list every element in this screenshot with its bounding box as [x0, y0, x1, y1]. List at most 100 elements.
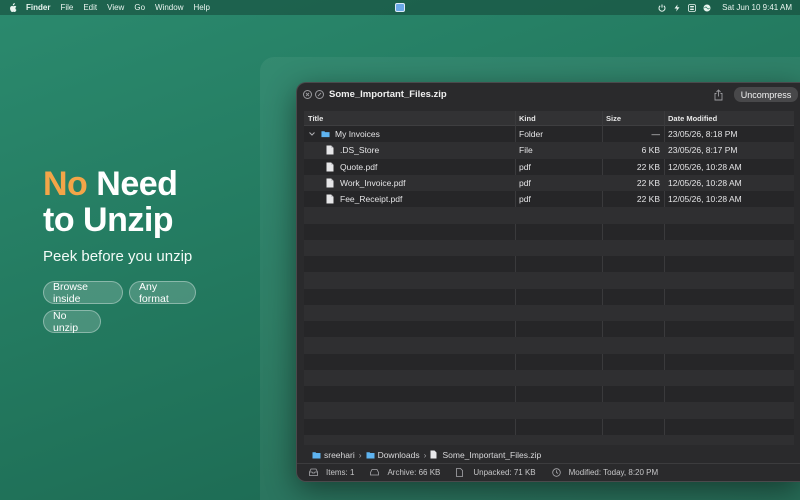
menu-go[interactable]: Go	[134, 3, 145, 12]
cell-size: —	[651, 129, 661, 139]
stop-button[interactable]	[315, 90, 324, 99]
cell-date: 23/05/26, 8:18 PM	[668, 129, 738, 139]
cell-size: 22 KB	[636, 177, 660, 188]
menu-bar: Finder File Edit View Go Window Help Sat…	[0, 0, 800, 15]
hero-subtitle: Peek before you unzip	[43, 248, 193, 265]
empty-table-row	[304, 369, 794, 386]
empty-table-row	[304, 272, 794, 289]
pill-no-unzip: No unzip	[43, 310, 101, 334]
hero-title: No Need to Unzip	[43, 166, 253, 238]
menu-file[interactable]: File	[60, 3, 73, 12]
cell-title: .DS_Store	[308, 142, 513, 158]
cell-size: 22 KB	[636, 161, 660, 172]
path-chevron-icon: ›	[423, 449, 427, 460]
window-title: Some_Important_Files.zip	[329, 89, 447, 100]
cell-size: 22 KB	[636, 194, 660, 204]
power-icon[interactable]	[658, 4, 666, 12]
disclosure-chevron-icon[interactable]	[308, 130, 316, 138]
uncompress-button[interactable]: Uncompress	[734, 87, 798, 102]
hero-title-accent: No	[43, 165, 88, 203]
file-table: Title Kind Size Date Modified My Invoice…	[304, 111, 794, 445]
hero-title-part-2: to Unzip	[43, 201, 174, 239]
status-unpacked: Unpacked: 71 KB	[456, 467, 536, 477]
empty-table-row	[304, 354, 794, 370]
menu-edit[interactable]: Edit	[83, 3, 97, 12]
siri-icon[interactable]	[703, 4, 711, 12]
empty-table-row	[304, 402, 794, 419]
menu-window[interactable]: Window	[155, 3, 183, 12]
empty-table-row	[304, 321, 794, 337]
table-row[interactable]: Quote.pdf pdf 22 KB 12/05/26, 10:28 AM	[304, 159, 794, 175]
document-icon	[430, 450, 439, 459]
cell-title: Quote.pdf	[308, 159, 513, 175]
empty-table-row	[304, 256, 794, 272]
table-row[interactable]: My Invoices Folder — 23/05/26, 8:18 PM	[304, 126, 794, 142]
empty-table-row	[304, 304, 794, 321]
cell-title: Fee_Receipt.pdf	[308, 191, 513, 207]
table-rows: My Invoices Folder — 23/05/26, 8:18 PM .DS_S…	[304, 126, 794, 445]
document-icon	[326, 194, 335, 204]
document-icon	[326, 145, 335, 155]
path-segment-label: Downloads	[377, 449, 420, 460]
column-header-kind[interactable]: Kind	[515, 111, 602, 126]
folder-icon	[366, 451, 375, 459]
path-bar: sreehari › Downloads › Some_Important_Fi…	[304, 447, 794, 462]
folder-icon	[312, 451, 321, 459]
folder-icon	[321, 129, 330, 139]
status-items-label: Items: 1	[326, 467, 355, 477]
status-items: Items: 1	[309, 468, 354, 477]
status-modified-label: Modified: Today, 8:20 PM	[568, 467, 659, 477]
close-window-button[interactable]	[303, 90, 312, 99]
table-row[interactable]: .DS_Store File 6 KB 23/05/26, 8:17 PM	[304, 142, 794, 159]
status-archive: Archive: 66 KB	[370, 468, 440, 477]
status-unpacked-label: Unpacked: 71 KB	[473, 467, 536, 477]
menu-app-name[interactable]: Finder	[26, 3, 50, 12]
cell-date: 23/05/26, 8:17 PM	[668, 145, 738, 156]
empty-table-row	[304, 289, 794, 305]
cell-kind: File	[519, 145, 533, 156]
pill-any-format: Any format	[129, 281, 196, 305]
path-segment[interactable]: Some_Important_Files.zip	[430, 450, 541, 460]
cell-title: My Invoices	[308, 126, 513, 142]
pill-browse-inside: Browse inside	[43, 281, 123, 305]
bolt-icon[interactable]	[673, 4, 681, 12]
path-segment[interactable]: Downloads	[366, 450, 420, 460]
hero-title-part-1: Need	[87, 165, 178, 203]
cell-title-label: .DS_Store	[340, 145, 380, 156]
path-segment-label: Some_Important_Files.zip	[442, 449, 542, 460]
drive-icon	[370, 468, 380, 477]
table-row[interactable]: Work_Invoice.pdf pdf 22 KB 12/05/26, 10:28 …	[304, 174, 794, 191]
document-icon	[326, 162, 335, 172]
cell-title: Work_Invoice.pdf	[308, 175, 513, 191]
path-segment-label: sreehari	[324, 449, 355, 460]
empty-table-row	[304, 224, 794, 240]
cell-kind: pdf	[519, 177, 531, 188]
cell-kind: Folder	[519, 129, 544, 139]
status-bar: Items: 1 Archive: 66 KB Unpacked: 71 KB …	[297, 463, 800, 480]
app-status-icon[interactable]	[395, 3, 405, 12]
cell-date: 12/05/26, 10:28 AM	[668, 177, 742, 188]
path-segment[interactable]: sreehari	[312, 450, 355, 460]
share-icon[interactable]	[713, 88, 724, 101]
table-row[interactable]: Fee_Receipt.pdf pdf 22 KB 12/05/26, 10:28 A…	[304, 191, 794, 207]
column-header-size[interactable]: Size	[602, 111, 664, 126]
window-titlebar[interactable]: Some_Important_Files.zip Uncompress	[297, 83, 800, 107]
cell-title-label: My Invoices	[335, 129, 380, 139]
menu-help[interactable]: Help	[193, 3, 209, 12]
empty-table-row	[304, 337, 794, 354]
column-header-title[interactable]: Title	[304, 111, 515, 126]
status-archive-label: Archive: 66 KB	[387, 467, 441, 477]
empty-table-row	[304, 386, 794, 402]
cell-kind: pdf	[519, 161, 531, 172]
document-icon	[456, 467, 465, 477]
column-header-date-modified[interactable]: Date Modified	[664, 111, 794, 126]
apple-menu-icon[interactable]	[8, 2, 18, 13]
empty-table-row	[304, 207, 794, 224]
empty-table-row	[304, 434, 794, 445]
control-center-icon[interactable]	[688, 3, 697, 12]
cell-title-label: Work_Invoice.pdf	[340, 177, 406, 188]
menu-extras: Sat Jun 10 9:41 AM	[658, 0, 792, 15]
menu-view[interactable]: View	[107, 3, 124, 12]
menu-clock[interactable]: Sat Jun 10 9:41 AM	[722, 3, 792, 12]
empty-table-row	[304, 239, 794, 256]
